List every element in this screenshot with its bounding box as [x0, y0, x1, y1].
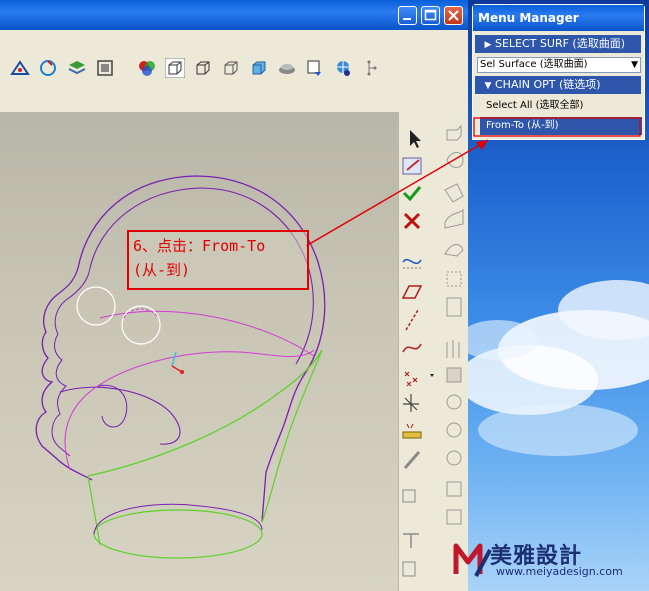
sel-surface-value: Sel Surface (选取曲面): [480, 59, 588, 70]
neck-base-ellipse: [93, 509, 263, 559]
extrude-icon: [446, 124, 462, 141]
blend-icon: [444, 208, 464, 229]
menu-manager-panel: Menu Manager ▶ SELECT SURF (选取曲面) Sel Sur…: [472, 4, 645, 140]
datum-point-icon: [404, 371, 418, 387]
grip-handle-icon[interactable]: [362, 58, 382, 78]
menu-item-from-to[interactable]: From-To (从-到): [480, 117, 642, 135]
title-bar: [0, 0, 468, 30]
neck-curve-top: [87, 349, 323, 477]
annotation-callout: 6、点击：From-To (从-到): [127, 230, 309, 290]
accept-check-icon: [402, 186, 422, 202]
jaw-curve: [59, 386, 181, 445]
neck-base-back: [93, 503, 263, 535]
menu-manager-window: Menu Manager ▶ SELECT SURF (选取曲面) Sel Sur…: [468, 0, 649, 591]
feature-toolbar-icons: [401, 124, 464, 577]
chain-opt-header[interactable]: ▼ CHAIN OPT (链选项): [475, 76, 641, 94]
model-tree-icon[interactable]: [95, 58, 115, 78]
datum-axis-icon: [405, 309, 419, 331]
annotation-line-2: (从-到): [133, 261, 191, 279]
chain-opt-label: CHAIN OPT (链选项): [495, 78, 601, 91]
select-arrow-icon: [410, 130, 421, 148]
cancel-x-icon: [403, 212, 421, 230]
mirror-icon: [446, 450, 462, 466]
annotation-line-1: 6、点击：From-To: [133, 237, 266, 255]
shaded-icon[interactable]: [249, 58, 269, 78]
hidden-line-icon[interactable]: [193, 58, 213, 78]
copy-icon: [402, 489, 416, 503]
layers-icon[interactable]: [67, 58, 87, 78]
pen-tool-icon: [403, 451, 421, 469]
globe-icon[interactable]: [333, 58, 353, 78]
datum-display-icon[interactable]: [10, 58, 30, 78]
neck-curve-right: [261, 349, 323, 523]
sweep-icon: [444, 183, 464, 203]
ear-curve: [97, 384, 128, 428]
shading-colors-icon[interactable]: [137, 58, 157, 78]
select-surf-label: SELECT SURF (选取曲面): [495, 37, 625, 50]
triangle-right-icon: ▶: [484, 40, 492, 50]
close-icon: [448, 10, 459, 21]
analysis-icon: [402, 431, 422, 439]
datum-curve-icon: [402, 258, 422, 265]
trim-surface-icon: [446, 509, 462, 525]
select-surf-header[interactable]: ▶ SELECT SURF (选取曲面): [475, 35, 641, 53]
dropdown-arrow-icon: ▼: [631, 60, 638, 70]
csys-icon: [403, 394, 419, 412]
minimize-button[interactable]: [398, 6, 417, 25]
sel-surface-dropdown[interactable]: Sel Surface (选取曲面) ▼: [477, 57, 641, 73]
face-profile-outer: [35, 267, 93, 481]
rib-icon: [446, 297, 462, 317]
close-button[interactable]: [444, 6, 463, 25]
draft-icon: [446, 340, 460, 358]
triangle-down-icon: ▼: [484, 81, 492, 91]
cad-application: [0, 0, 468, 591]
pattern-icon: [446, 422, 462, 438]
eye-circle-left: [76, 286, 116, 326]
orient-icon[interactable]: [305, 58, 325, 78]
menu-manager-title: Menu Manager: [473, 5, 644, 31]
trim-icon: [403, 533, 419, 548]
inner-magenta-curve-1: [99, 310, 315, 357]
meiya-logo-icon: [453, 543, 492, 577]
maximize-button[interactable]: [421, 6, 440, 25]
revolve-icon: [446, 152, 464, 168]
datum-plane-icon: [401, 285, 423, 299]
hole-icon: [444, 244, 464, 257]
offset-icon: [402, 561, 416, 577]
menu-item-select-all[interactable]: Select All (选取全部): [480, 97, 642, 115]
maximize-icon: [424, 9, 437, 21]
shell-icon: [446, 271, 462, 287]
csys-marker: [171, 351, 177, 367]
watermark-url: www.meiyadesign.com: [496, 565, 623, 578]
inner-magenta-curve-2: [64, 349, 315, 471]
wireframe-icon[interactable]: [165, 58, 185, 78]
spline-icon: [402, 343, 422, 353]
minimize-icon: [403, 18, 411, 20]
feature-toolbar: [398, 112, 468, 591]
merge-icon: [446, 481, 462, 497]
head-model-wireframe: [35, 175, 326, 559]
saved-views-icon[interactable]: [277, 58, 297, 78]
face-profile-inner: [51, 267, 91, 457]
round-icon: [446, 367, 462, 383]
no-hidden-icon[interactable]: [221, 58, 241, 78]
chamfer-icon: [446, 394, 462, 410]
spin-center-icon[interactable]: [38, 58, 58, 78]
watermark: 美雅設計 www.meiyadesign.com: [452, 536, 642, 584]
graphics-viewport[interactable]: [0, 112, 398, 591]
